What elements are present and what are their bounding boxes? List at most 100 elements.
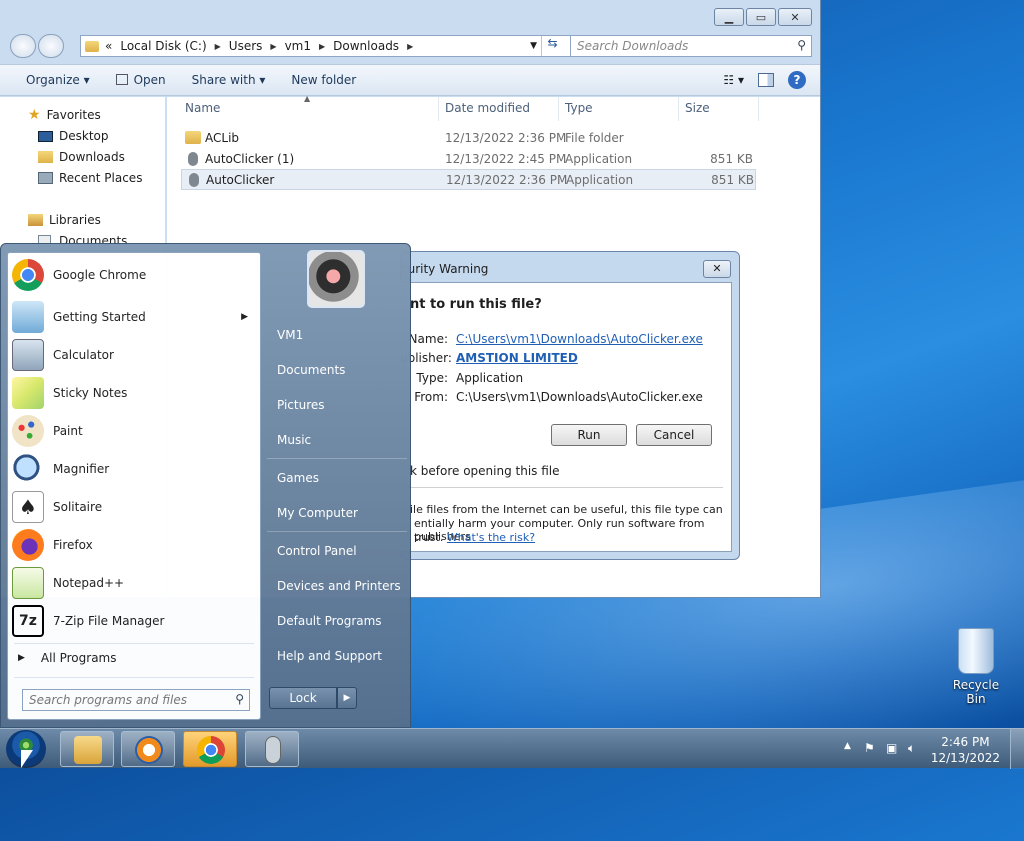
sidebar-item-downloads[interactable]: Downloads (38, 150, 125, 164)
taskbar-autoclicker[interactable] (245, 731, 299, 767)
start-right-vm1[interactable]: VM1 (277, 328, 303, 342)
start-right-pictures[interactable]: Pictures (277, 398, 325, 412)
start-right-help-support[interactable]: Help and Support (277, 649, 382, 663)
search-icon[interactable]: ⚲ (235, 692, 244, 706)
column-header-date[interactable]: Date modified (439, 97, 559, 121)
sidebar-item-desktop[interactable]: Desktop (38, 129, 109, 143)
column-header-size[interactable]: Size (679, 97, 759, 121)
program-google-chrome[interactable]: Google Chrome (12, 257, 256, 293)
start-right-music[interactable]: Music (277, 433, 311, 447)
chevron-right-icon: ▶ (18, 653, 25, 663)
file-date: 12/13/2022 2:36 PM (446, 172, 568, 187)
all-programs-button[interactable]: ▶ All Programs (18, 651, 117, 665)
calculator-icon (12, 339, 44, 371)
address-segment-downloads[interactable]: Downloads (333, 39, 399, 53)
network-icon[interactable]: ▣ (886, 741, 897, 755)
start-search-input[interactable]: Search programs and files ⚲ (22, 689, 250, 711)
lock-button[interactable]: Lock (269, 687, 337, 709)
address-bar[interactable]: « Local Disk (C:) ▶ Users ▶ vm1 ▶ Downlo… (80, 35, 572, 57)
chevron-right-icon[interactable]: ▶ (270, 42, 276, 51)
refresh-icon[interactable]: ⇆ (541, 36, 563, 56)
name-link[interactable]: C:\Users\vm1\Downloads\AutoClicker.exe (456, 332, 703, 346)
file-name: ACLib (205, 130, 240, 145)
publisher-link[interactable]: AMSTION LIMITED (456, 351, 578, 365)
table-row[interactable]: AutoClicker (1) 12/13/2022 2:45 PM Appli… (181, 148, 756, 169)
minimize-button[interactable]: ▁ (714, 8, 744, 26)
program-solitaire[interactable]: ♠ Solitaire (12, 489, 256, 525)
search-input[interactable]: Search Downloads ⚲ (570, 35, 812, 57)
submenu-arrow-icon[interactable]: ▶ (241, 312, 248, 322)
program-paint[interactable]: Paint (12, 413, 256, 449)
preview-pane-icon[interactable] (758, 73, 774, 87)
folder-icon (85, 40, 99, 52)
ask-checkbox-label[interactable]: k before opening this file (410, 464, 560, 478)
user-avatar[interactable] (307, 250, 365, 308)
sidebar-item-recent-places[interactable]: Recent Places (38, 171, 142, 185)
sidebar-libraries[interactable]: Libraries (28, 213, 101, 227)
chevron-right-icon[interactable]: ▶ (407, 42, 413, 51)
navigation-bar: « Local Disk (C:) ▶ Users ▶ vm1 ▶ Downlo… (8, 32, 812, 60)
start-right-devices-printers[interactable]: Devices and Printers (277, 579, 401, 593)
maximize-button[interactable]: ▭ (746, 8, 776, 26)
run-button[interactable]: Run (551, 424, 627, 446)
column-header-type[interactable]: Type (559, 97, 679, 121)
show-hidden-icons-icon[interactable]: ▲ (844, 741, 851, 751)
taskbar-media-player[interactable] (121, 731, 175, 767)
taskbar-explorer[interactable] (60, 731, 114, 767)
new-folder-button[interactable]: New folder (291, 73, 356, 87)
file-size: 851 KB (710, 151, 753, 166)
chevron-right-icon[interactable]: ▶ (319, 42, 325, 51)
program-getting-started[interactable]: Getting Started ▶ (12, 299, 256, 335)
chevron-right-icon[interactable]: ▶ (215, 42, 221, 51)
forward-button[interactable] (38, 34, 64, 58)
show-desktop-button[interactable] (1010, 729, 1024, 769)
address-dropdown-icon[interactable]: ▼ (530, 41, 537, 51)
address-segment-users[interactable]: Users (229, 39, 263, 53)
table-row[interactable]: ACLib 12/13/2022 2:36 PM File folder (181, 127, 756, 148)
cancel-button[interactable]: Cancel (636, 424, 712, 446)
program-firefox[interactable]: Firefox (12, 527, 256, 563)
divider (14, 677, 254, 678)
address-segment-vm1[interactable]: vm1 (285, 39, 311, 53)
action-center-icon[interactable]: ⚑ (864, 741, 875, 755)
table-row-selected[interactable]: AutoClicker 12/13/2022 2:36 PM Applicati… (181, 169, 756, 190)
start-right-games[interactable]: Games (277, 471, 319, 485)
program-label: Solitaire (53, 500, 103, 514)
libraries-label: Libraries (49, 213, 101, 227)
security-warning-dialog: curity Warning ✕ nt to run this file? Na… (400, 251, 740, 560)
sidebar-favorites[interactable]: ★ Favorites (28, 107, 101, 123)
whats-the-risk-link[interactable]: What's the risk? (447, 531, 535, 544)
view-options-icon[interactable]: ☷ ▾ (723, 73, 744, 87)
open-button[interactable]: Open (115, 73, 166, 87)
share-with-button[interactable]: Share with ▾ (192, 73, 266, 87)
application-icon (188, 151, 198, 166)
firefox-icon (12, 529, 44, 561)
close-button[interactable]: ✕ (778, 8, 812, 26)
program-calculator[interactable]: Calculator (12, 337, 256, 373)
program-notepadpp[interactable]: Notepad++ (12, 565, 256, 601)
address-segment-disk[interactable]: Local Disk (C:) (120, 39, 206, 53)
shutdown-options-arrow-icon[interactable]: ▶ (337, 687, 357, 709)
start-right-documents[interactable]: Documents (277, 363, 345, 377)
program-sticky-notes[interactable]: Sticky Notes (12, 375, 256, 411)
sort-ascending-icon: ▲ (304, 94, 311, 103)
divider (14, 643, 254, 644)
start-right-my-computer[interactable]: My Computer (277, 506, 358, 520)
view-controls: ☷ ▾ ? (723, 71, 806, 89)
organize-button[interactable]: Organize ▾ (26, 73, 90, 87)
program-magnifier[interactable]: Magnifier (12, 451, 256, 487)
taskbar-chrome[interactable] (183, 731, 237, 767)
recycle-bin[interactable]: Recycle Bin (942, 628, 1010, 706)
clock[interactable]: 2:46 PM 12/13/2022 (931, 734, 1000, 766)
start-right-control-panel[interactable]: Control Panel (277, 544, 357, 558)
volume-icon[interactable]: 🔈︎ (908, 741, 915, 756)
warning-line-3: trust. What's the risk? (414, 531, 535, 544)
from-value: C:\Users\vm1\Downloads\AutoClicker.exe (456, 390, 703, 404)
start-right-default-programs[interactable]: Default Programs (277, 614, 382, 628)
back-button[interactable] (10, 34, 36, 58)
program-7zip[interactable]: 7z 7-Zip File Manager (12, 603, 256, 639)
address-overflow[interactable]: « (105, 39, 112, 53)
dialog-close-button[interactable]: ✕ (703, 260, 731, 278)
search-icon[interactable]: ⚲ (797, 38, 806, 52)
help-icon[interactable]: ? (788, 71, 806, 89)
